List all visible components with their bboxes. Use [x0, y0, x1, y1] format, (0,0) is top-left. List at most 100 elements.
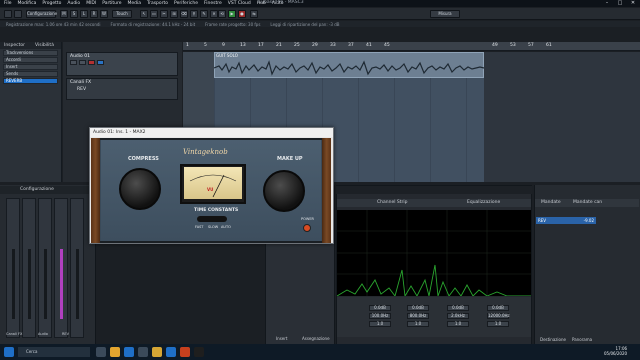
store-icon[interactable] — [138, 347, 148, 357]
inspector-row-trackversions[interactable]: Trackversions — [3, 50, 58, 56]
track-record-button[interactable] — [88, 60, 95, 65]
zoom-icon[interactable]: ⚲ — [190, 10, 198, 18]
menu-project[interactable]: Progetto — [42, 1, 61, 6]
erase-icon[interactable]: ⌫ — [180, 10, 188, 18]
listen-icon[interactable]: L — [80, 10, 88, 18]
read-icon[interactable]: R — [90, 10, 98, 18]
menu-score[interactable]: Partiture — [102, 1, 121, 6]
menu-media[interactable]: Media — [127, 1, 141, 6]
eq-band2-gain[interactable]: 0.0dB — [407, 305, 429, 311]
minimize-icon[interactable]: – — [601, 0, 613, 7]
eq-band2-freq[interactable]: 800.0Hz — [407, 313, 429, 319]
write-icon[interactable]: W — [100, 10, 108, 18]
tab-visibility[interactable]: Visibilità — [35, 42, 54, 49]
task-view-icon[interactable] — [96, 347, 106, 357]
channel-fader[interactable] — [11, 249, 15, 319]
mute-icon[interactable]: M — [60, 10, 68, 18]
range-icon[interactable]: ▭ — [150, 10, 158, 18]
eq-band1-q[interactable]: 1.0 — [369, 321, 391, 327]
tab-destination[interactable]: Destinazione — [540, 337, 566, 342]
track-name[interactable]: Audio 01 — [67, 53, 177, 60]
inspector-selected-row[interactable]: REVERB — [3, 78, 58, 84]
compress-knob[interactable] — [119, 168, 161, 210]
taskbar-search[interactable]: Cerca — [18, 347, 90, 357]
time-constants-switch[interactable] — [197, 216, 227, 222]
tab-routing[interactable]: Assegnazione — [302, 336, 330, 341]
track-monitor-button[interactable] — [97, 60, 104, 65]
channel-fader[interactable] — [27, 249, 31, 319]
draw-icon[interactable]: ✎ — [200, 10, 208, 18]
eq-band3-q[interactable]: 1.0 — [447, 321, 469, 327]
app-icon[interactable] — [180, 347, 190, 357]
track-audio-01[interactable]: Audio 01 — [66, 52, 178, 76]
timeline-ruler[interactable] — [183, 42, 640, 51]
inspector-row-insert[interactable]: Insert — [3, 64, 58, 70]
windows-start-icon[interactable] — [4, 347, 14, 357]
eq-spectrum-graph[interactable] — [337, 210, 531, 296]
track-sub-name[interactable]: REV — [67, 86, 177, 93]
maximize-icon[interactable]: □ — [614, 0, 626, 7]
menu-edit[interactable]: Modifica — [18, 1, 37, 6]
tab-panorama[interactable]: Panorama — [572, 337, 592, 342]
cycle-icon[interactable]: ⟲ — [218, 10, 226, 18]
eq-band2-q[interactable]: 1.0 — [407, 321, 429, 327]
mixer-channel[interactable] — [54, 198, 68, 338]
track-fx-channel[interactable]: Canali FX REV — [66, 78, 178, 100]
tab-insert[interactable]: Insert — [276, 336, 287, 341]
channel-fader[interactable] — [59, 249, 63, 319]
makeup-knob[interactable] — [263, 170, 305, 212]
mixer-channel[interactable] — [70, 198, 84, 338]
inspector-row-sends[interactable]: Sends — [3, 71, 58, 77]
sends-channel-tab[interactable]: Mandate can — [573, 200, 602, 205]
eq-band1-gain[interactable]: 0.0dB — [369, 305, 391, 311]
tab-equalizer[interactable]: Equalizzazione — [467, 200, 500, 205]
loop-icon[interactable]: ⇆ — [250, 10, 258, 18]
cubase-icon[interactable] — [194, 347, 204, 357]
mixer-channel[interactable] — [22, 198, 36, 338]
track-mute-button[interactable] — [70, 60, 77, 65]
menu-file[interactable]: File — [4, 1, 12, 6]
eq-band4-freq[interactable]: 12000.0Hz — [487, 313, 510, 319]
eq-band4-q[interactable]: 1.0 — [487, 321, 509, 327]
channel-fader[interactable] — [75, 249, 79, 319]
undo-icon[interactable] — [14, 10, 22, 18]
track-solo-button[interactable] — [79, 60, 86, 65]
send-slot[interactable]: REV -9.02 — [536, 217, 596, 224]
edge-icon[interactable] — [166, 347, 176, 357]
menu-windows[interactable]: Finestre — [204, 1, 222, 6]
menu-midi[interactable]: MIDI — [86, 1, 96, 6]
taskbar-clock[interactable]: 17:06 05/06/2020 — [604, 346, 627, 356]
solo-icon[interactable]: S — [70, 10, 78, 18]
menu-transport[interactable]: Trasporto — [147, 1, 168, 6]
eq-band4-gain[interactable]: 0.0dB — [487, 305, 509, 311]
menu-devices[interactable]: Periferiche — [174, 1, 198, 6]
activate-project-icon[interactable] — [4, 10, 12, 18]
send-slot-level[interactable]: -9.02 — [584, 218, 594, 223]
grid-type-select[interactable]: Misura — [430, 10, 460, 18]
eq-band3-freq[interactable]: 2.0kHz — [447, 313, 469, 319]
mute-tool-icon[interactable]: ✕ — [210, 10, 218, 18]
glue-icon[interactable]: ⊞ — [170, 10, 178, 18]
menu-audio[interactable]: Audio — [67, 1, 80, 6]
sends-tab[interactable]: Mandate — [541, 200, 561, 205]
tab-channel-strip[interactable]: Channel Strip — [377, 200, 407, 205]
mixer-channel[interactable] — [38, 198, 52, 338]
power-button[interactable] — [303, 224, 311, 232]
eq-band3-gain[interactable]: 0.0dB — [447, 305, 469, 311]
close-icon[interactable]: ✕ — [627, 0, 639, 7]
automation-mode-select[interactable]: Touch — [112, 10, 132, 18]
explorer-icon[interactable] — [152, 347, 162, 357]
mixer-channel[interactable] — [6, 198, 20, 338]
track-folder-name[interactable]: Canali FX — [67, 79, 177, 86]
eq-band1-freq[interactable]: 100.0Hz — [369, 313, 391, 319]
menu-vst-cloud[interactable]: VST Cloud — [228, 1, 251, 6]
play-icon[interactable]: ▶ — [228, 10, 236, 18]
split-icon[interactable]: ✂ — [160, 10, 168, 18]
plugin-title-bar[interactable]: Audio 01: Ins. 1 - MAX2 — [90, 128, 333, 137]
chrome-icon[interactable] — [110, 347, 120, 357]
project-area-outside-range[interactable] — [484, 52, 640, 182]
inspector-row-chords[interactable]: Accordi — [3, 57, 58, 63]
channel-fader[interactable] — [43, 249, 47, 319]
object-select-icon[interactable]: ↖ — [140, 10, 148, 18]
config-button[interactable]: Configurazione — [26, 10, 57, 18]
